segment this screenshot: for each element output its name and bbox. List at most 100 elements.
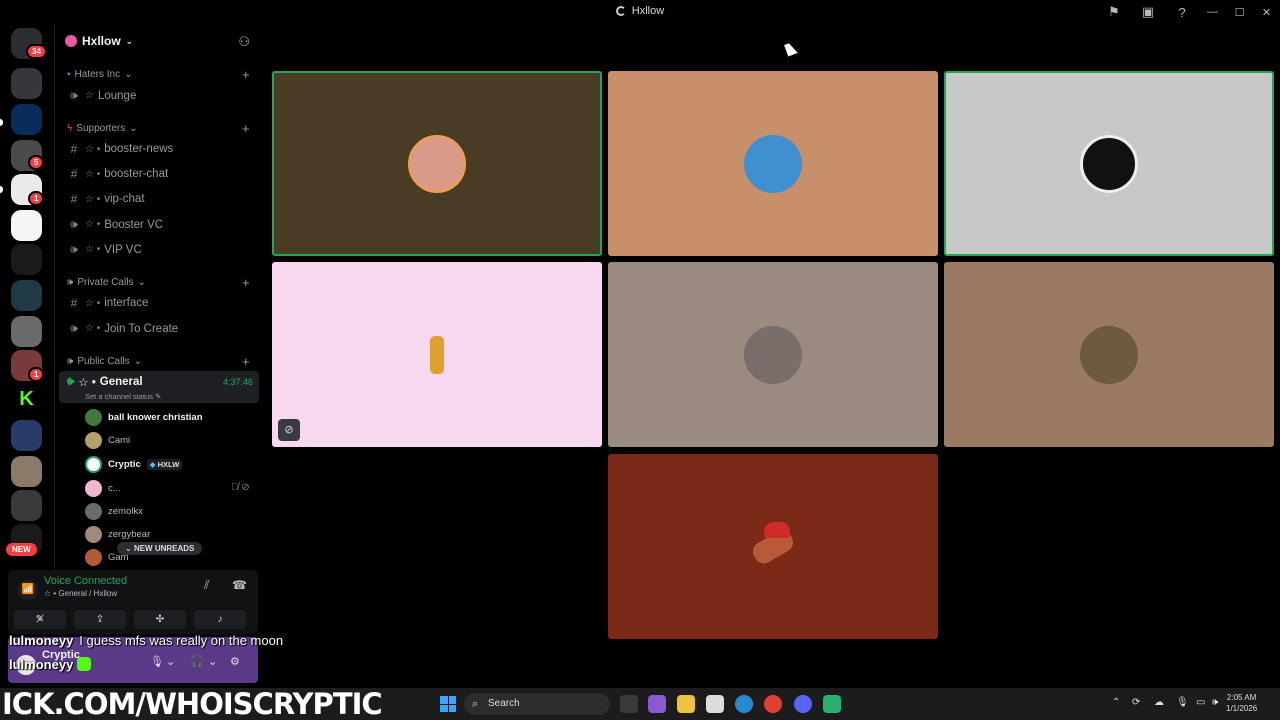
server-icon[interactable] bbox=[11, 210, 42, 241]
screen-share-icon[interactable]: ▣ bbox=[1131, 4, 1165, 20]
task-view-icon[interactable] bbox=[620, 695, 638, 713]
chevron-down-icon[interactable]: ⌄ bbox=[166, 655, 175, 668]
network-icon[interactable]: ▭ bbox=[1196, 697, 1205, 708]
voice-user-name: zemolkx bbox=[108, 506, 143, 517]
video-tile[interactable] bbox=[608, 71, 938, 256]
voice-user-name: Cami bbox=[108, 435, 131, 446]
category-label: Public Calls bbox=[77, 356, 130, 367]
chevron-up-icon[interactable]: ⌃ bbox=[1112, 697, 1120, 708]
window-title-text: Hxllow bbox=[631, 5, 665, 17]
server-icon[interactable] bbox=[11, 490, 42, 521]
invite-people-icon[interactable]: ⚇ bbox=[238, 34, 250, 50]
new-unreads-pill[interactable]: ⌄ NEW UNREADS bbox=[117, 542, 203, 555]
server-header[interactable]: Hxllow ⌄ bbox=[65, 34, 133, 48]
channel-status-field[interactable]: Set a channel status ✎ bbox=[85, 392, 161, 401]
screen-share-button[interactable]: ⇪ bbox=[74, 610, 126, 629]
star-icon: ☆ • bbox=[85, 219, 101, 230]
category-private-calls[interactable]: 🕪 Private Calls ⌄ + bbox=[67, 275, 250, 290]
voice-channel-label: General / Hxllow bbox=[58, 589, 118, 598]
speaker-icon: 🕪 bbox=[67, 356, 74, 367]
sync-icon[interactable]: ⟳ bbox=[1132, 697, 1140, 708]
edge-icon[interactable] bbox=[735, 695, 753, 713]
voice-user[interactable]: Cami bbox=[85, 432, 130, 449]
activities-button[interactable]: ✣ bbox=[134, 610, 186, 629]
noise-suppression-icon[interactable]: ⫽ bbox=[204, 578, 209, 593]
voice-user[interactable]: Cryptic ◆ HXLW bbox=[85, 456, 183, 473]
voice-user[interactable]: ball knower christian bbox=[85, 409, 203, 426]
gear-icon[interactable]: ⚙ bbox=[230, 655, 240, 668]
create-channel-icon[interactable]: + bbox=[242, 354, 250, 369]
voice-channel-info[interactable]: ☆ • General / Hxllow bbox=[44, 589, 117, 598]
channel-booster-vc[interactable]: 🕪 ☆ • Booster VC bbox=[67, 217, 163, 232]
discord-icon[interactable] bbox=[794, 695, 812, 713]
channel-label: booster-news bbox=[104, 143, 174, 155]
server-icon[interactable] bbox=[11, 244, 42, 275]
server-boost-icon bbox=[65, 35, 77, 47]
category-public-calls[interactable]: 🕪 Public Calls ⌄ + bbox=[67, 354, 250, 369]
close-button[interactable]: ✕ bbox=[1253, 6, 1280, 19]
server-icon[interactable] bbox=[11, 420, 42, 451]
help-icon[interactable]: ? bbox=[1165, 5, 1199, 20]
store-icon[interactable] bbox=[706, 695, 724, 713]
server-icon[interactable] bbox=[11, 280, 42, 311]
server-icon[interactable] bbox=[11, 316, 42, 347]
channel-booster-chat[interactable]: # ☆ • booster-chat bbox=[67, 167, 169, 181]
soundboard-button[interactable]: ♪ bbox=[194, 610, 246, 629]
create-channel-icon[interactable]: + bbox=[242, 121, 250, 136]
voice-connected-panel: 📶 Voice Connected ☆ • General / Hxllow ⫽… bbox=[8, 570, 258, 634]
create-channel-icon[interactable]: + bbox=[242, 275, 250, 290]
microphone-icon[interactable]: 🎙 bbox=[150, 655, 164, 668]
mic-live-icon bbox=[76, 657, 91, 671]
signal-icon[interactable]: 📶 bbox=[18, 580, 38, 600]
voice-user-name: zergybear bbox=[108, 529, 151, 540]
chrome-icon[interactable] bbox=[764, 695, 782, 713]
server-icon[interactable] bbox=[11, 456, 42, 487]
channel-general-active[interactable]: 🕪 ☆ • General 4:37:46 Set a channel stat… bbox=[59, 371, 259, 403]
microphone-icon[interactable]: 🎙 bbox=[1176, 697, 1189, 708]
avatar bbox=[408, 325, 466, 384]
system-clock[interactable]: 2:05 AM 1/1/2026 bbox=[1226, 692, 1257, 714]
channel-label: vip-chat bbox=[104, 193, 145, 205]
copilot-icon[interactable] bbox=[648, 695, 666, 713]
video-tile[interactable] bbox=[272, 71, 602, 256]
video-tile[interactable] bbox=[944, 71, 1274, 256]
new-pill[interactable]: NEW bbox=[6, 543, 37, 556]
headphones-icon[interactable]: 🎧 bbox=[190, 655, 204, 668]
category-supporters[interactable]: ϟ Supporters ⌄ + bbox=[67, 121, 250, 136]
file-explorer-icon[interactable] bbox=[677, 695, 695, 713]
app-icon[interactable] bbox=[823, 695, 841, 713]
category-haters-inc[interactable]: ▪ Haters Inc ⌄ + bbox=[67, 67, 250, 82]
video-tile[interactable] bbox=[608, 262, 938, 447]
volume-icon[interactable]: 🕪 bbox=[1212, 697, 1218, 708]
home-badge: 34 bbox=[26, 44, 47, 59]
video-tile[interactable] bbox=[608, 454, 938, 639]
voice-user[interactable]: c... bbox=[85, 480, 121, 497]
cloud-icon[interactable]: ☁ bbox=[1154, 697, 1164, 708]
camera-off-button[interactable]: ✎̸ bbox=[14, 610, 66, 629]
video-tile[interactable]: ⊘ bbox=[272, 262, 602, 447]
taskbar-search[interactable]: ⌕ Search bbox=[464, 693, 610, 715]
server-icon[interactable] bbox=[11, 68, 42, 99]
channel-interface[interactable]: # ☆ • interface bbox=[67, 296, 149, 310]
star-icon: ☆ • bbox=[85, 168, 101, 180]
chevron-down-icon[interactable]: ⌄ bbox=[208, 655, 217, 668]
flag-icon[interactable]: ⚑ bbox=[1097, 4, 1131, 20]
channel-booster-news[interactable]: # ☆ • booster-news bbox=[67, 142, 174, 156]
server-icon[interactable] bbox=[11, 104, 42, 135]
kick-server-icon[interactable]: K bbox=[11, 384, 42, 415]
voice-user[interactable]: zergybear bbox=[85, 526, 150, 543]
channel-vip-chat[interactable]: # ☆ • vip-chat bbox=[67, 192, 145, 206]
channel-join-to-create[interactable]: 🕪 ☆ • Join To Create bbox=[67, 321, 178, 336]
star-icon: ☆ bbox=[85, 90, 94, 101]
voice-status-title[interactable]: Voice Connected bbox=[44, 575, 127, 587]
maximize-button[interactable]: ☐ bbox=[1226, 6, 1253, 19]
minimize-button[interactable]: — bbox=[1199, 6, 1226, 18]
windows-start-icon[interactable] bbox=[440, 696, 456, 712]
disconnect-icon[interactable]: ☎ bbox=[232, 578, 247, 592]
video-tile[interactable] bbox=[944, 262, 1274, 447]
avatar bbox=[1080, 134, 1138, 193]
channel-vip-vc[interactable]: 🕪 ☆ • VIP VC bbox=[67, 242, 142, 257]
channel-lounge[interactable]: 🕪 ☆ Lounge bbox=[67, 88, 136, 103]
create-channel-icon[interactable]: + bbox=[242, 67, 250, 82]
voice-user[interactable]: zemolkx bbox=[85, 503, 143, 520]
